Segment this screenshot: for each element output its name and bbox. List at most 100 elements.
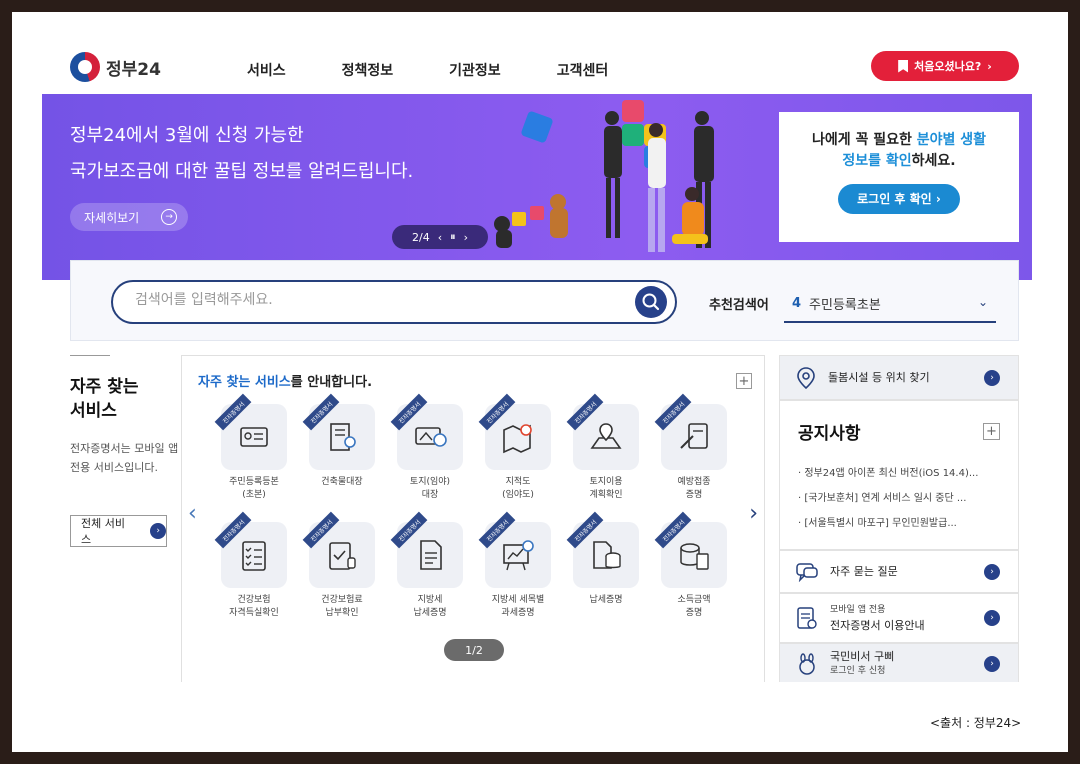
service-tile: 전자증명서 [214, 511, 287, 588]
mobile-cert-guide-text: 모바일 앱 전용 전자증명서 이용안내 [830, 603, 925, 633]
arrow-right-icon: › [984, 563, 1000, 580]
gov24-logo[interactable]: 정부24 [70, 52, 161, 82]
arrow-right-icon: › [984, 610, 1000, 626]
id-card-icon [240, 427, 268, 447]
location-pin-icon [797, 366, 815, 389]
search-panel: 추천검색어 4 주민등록초본 ⌄ [70, 260, 1019, 341]
service-item[interactable]: 전자증명서 지방세 세목별 과세증명 [474, 511, 562, 630]
search-icon [642, 293, 660, 311]
favorites-title: 자주 찾는 서비스 [70, 377, 139, 421]
nav-agency-info[interactable]: 기관정보 [449, 60, 501, 80]
service-label: 지방세 세목별 과세증명 [491, 595, 545, 618]
page-indicator: 1/2 [444, 639, 504, 661]
service-tile: 전자증명서 [566, 511, 639, 588]
nav-services[interactable]: 서비스 [247, 60, 286, 80]
more-services-icon[interactable]: + [736, 373, 752, 389]
service-item[interactable]: 전자증명서 예방접종 증명 [650, 393, 738, 512]
arrow-right-icon: › [984, 369, 1000, 386]
service-tile: 전자증명서 [302, 393, 375, 470]
screenshot-frame: 정부24 서비스 정책정보 기관정보 고객센터 처음오셨나요? › 정부24에서… [12, 12, 1068, 752]
banner-detail-button[interactable]: 자세히보기 → [70, 203, 188, 231]
service-item[interactable]: 전자증명서건축물대장 [298, 393, 386, 512]
search-input[interactable] [135, 292, 615, 308]
arrow-right-icon: › [150, 523, 166, 539]
service-item[interactable]: 전자증명서 토지이용 계획확인 [562, 393, 650, 512]
login-confirm-button[interactable]: 로그인 후 확인 › [838, 184, 960, 214]
service-item[interactable]: 전자증명서 주민등록등본 (초본) [210, 393, 298, 512]
service-tile: 전자증명서 [566, 393, 639, 470]
service-label: 건축물대장 [321, 477, 363, 487]
first-visit-button[interactable]: 처음오셨나요? › [871, 51, 1019, 81]
service-label: 건강보험 자격득실확인 [229, 595, 279, 618]
service-tile: 전자증명서 [390, 511, 463, 588]
login-card-text-2: 정보를 확인하세요. [779, 151, 1019, 172]
national-secretary-link[interactable]: 국민비서 구삐 로그인 후 신청 › [779, 643, 1019, 682]
notice-item[interactable]: [국가보훈처] 연계 서비스 일시 중단 ... [798, 486, 1008, 511]
pause-icon[interactable]: ⏸ [450, 230, 456, 244]
more-notices-icon[interactable]: + [983, 423, 1000, 440]
service-panel-title-highlight: 자주 찾는 서비스 [198, 375, 291, 390]
all-services-button[interactable]: 전체 서비스 › [70, 515, 167, 547]
national-secretary-label: 국민비서 구삐 [830, 650, 895, 663]
login-card-text-1: 나에게 꼭 필요한 분야별 생활 [779, 130, 1019, 151]
service-label: 소득금액 증명 [677, 595, 711, 618]
recommended-rank: 4 [792, 295, 802, 311]
logo-text: 정부24 [106, 59, 161, 80]
nav-policy-info[interactable]: 정책정보 [342, 60, 394, 80]
land-chat-icon [415, 427, 447, 447]
prev-page-icon[interactable]: ‹ [188, 501, 197, 526]
next-page-icon[interactable]: › [749, 501, 758, 526]
mobile-cert-label: 전자증명서 이용안내 [830, 619, 925, 632]
banner-pager: 2/4 ‹ ⏸ › [392, 225, 488, 249]
next-slide-icon[interactable]: › [464, 231, 468, 244]
chevron-down-icon: ⌄ [977, 295, 988, 309]
cat-dog-icon [494, 194, 568, 248]
service-tile: 전자증명서 [478, 393, 551, 470]
banner-headline-2: 국가보조금에 대한 꿀팁 정보를 알려드립니다. [70, 161, 414, 182]
arrow-right-icon: › [984, 656, 1000, 672]
facility-finder-link[interactable]: 돌봄시설 등 위치 찾기 › [779, 355, 1019, 400]
prev-slide-icon[interactable]: ‹ [438, 231, 442, 244]
service-label: 납세증명 [589, 595, 623, 605]
service-label: 주민등록등본 (초본) [229, 477, 279, 500]
service-panel-title: 자주 찾는 서비스를 안내합니다. [198, 371, 372, 390]
service-label: 토지(임야) 대장 [409, 477, 451, 500]
service-label: 지적도 (임야도) [502, 477, 534, 500]
notice-item[interactable]: [서울특별시 마포구] 무인민원발급... [798, 511, 1008, 536]
banner-illustration [494, 100, 714, 252]
service-panel: 자주 찾는 서비스를 안내합니다. + ‹ › 전자증명서 주민등록등본 (초본)… [181, 355, 765, 682]
certificate-doc-icon [797, 607, 817, 629]
document-icon [420, 540, 442, 570]
search-button[interactable] [635, 286, 667, 318]
nav-customer-center[interactable]: 고객센터 [557, 60, 609, 80]
banner-detail-label: 자세히보기 [84, 210, 140, 225]
chevron-right-icon: › [987, 59, 992, 73]
service-item[interactable]: 전자증명서납세증명 [562, 511, 650, 630]
mobile-cert-small: 모바일 앱 전용 [830, 605, 886, 615]
national-secretary-sub: 로그인 후 신청 [830, 666, 886, 676]
bookmark-icon [898, 59, 909, 73]
map-pin-icon [503, 424, 532, 454]
login-card-line1-plain: 나에게 꼭 필요한 [811, 132, 917, 148]
service-item[interactable]: 전자증명서 건강보험료 납부확인 [298, 511, 386, 630]
notice-section: 공지사항 + 정부24앱 아이폰 최신 버전(iOS 14.4)... [국가보… [779, 400, 1019, 550]
recommended-dropdown[interactable]: 4 주민등록초본 ⌄ [784, 285, 996, 323]
service-item[interactable]: 전자증명서지적도 (임야도) [474, 393, 562, 512]
service-item[interactable]: 전자증명서건강보험 자격득실확인 [210, 511, 298, 630]
mobile-cert-guide-link[interactable]: 모바일 앱 전용 전자증명서 이용안내 › [779, 593, 1019, 643]
service-item[interactable]: 전자증명서 소득금액 증명 [650, 511, 738, 630]
login-confirm-label: 로그인 후 확인 [857, 192, 932, 206]
puzzle-pieces-icon [512, 100, 666, 226]
faq-link[interactable]: 자주 묻는 질문 › [779, 550, 1019, 593]
first-visit-label: 처음오셨나요? [914, 60, 982, 73]
database-doc-icon [593, 541, 621, 569]
banner-pager-count: 2/4 [411, 230, 430, 244]
notice-item[interactable]: 정부24앱 아이폰 최신 버전(iOS 14.4)... [798, 461, 1008, 486]
coins-doc-icon [680, 543, 709, 570]
service-item[interactable]: 전자증명서 토지(임야) 대장 [386, 393, 474, 512]
gov24-page: 정부24 서비스 정책정보 기관정보 고객센터 처음오셨나요? › 정부24에서… [42, 42, 1032, 682]
map-location-icon [590, 423, 622, 449]
service-grid: 전자증명서 주민등록등본 (초본) 전자증명서 건축물대장 전자증명서 토지(임야) 대장… [210, 393, 740, 630]
syringe-doc-icon [680, 423, 708, 449]
service-item[interactable]: 전자증명서 지방세 납세증명 [386, 511, 474, 630]
